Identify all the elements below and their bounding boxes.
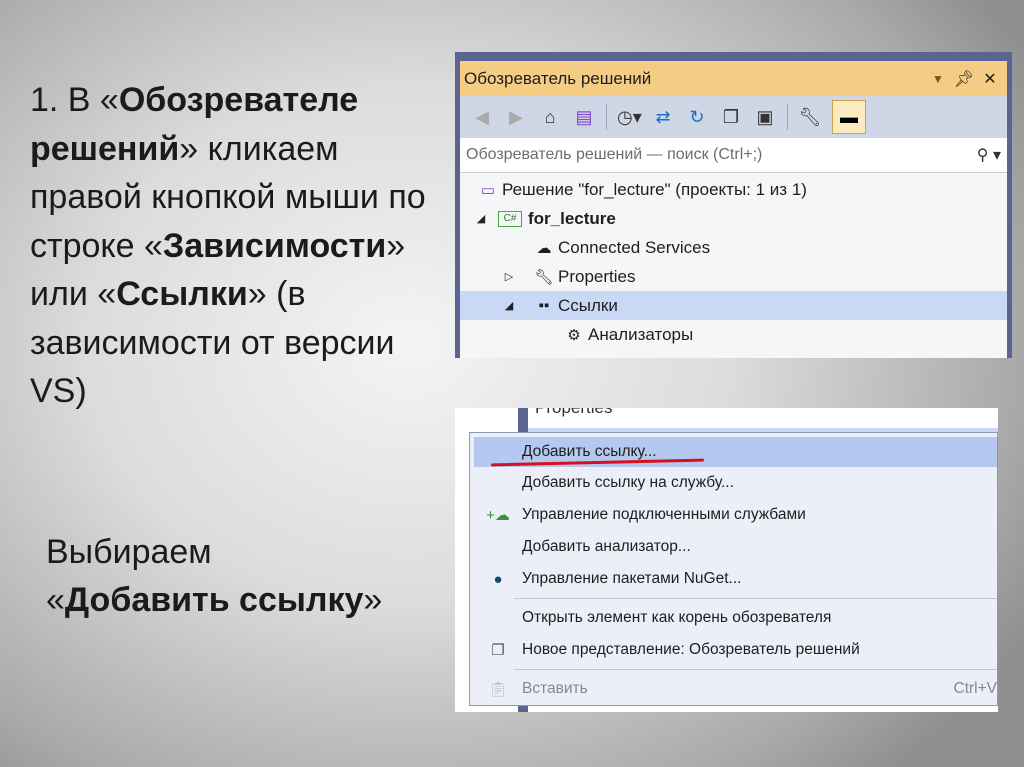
tree-item-properties[interactable]: ▷ 🔧︎ Properties [460,262,1007,291]
panel-title: Обозреватель решений [464,68,652,88]
bold-text: Добавить ссылку [64,581,364,619]
refresh-icon[interactable]: ↻ [685,107,709,128]
tree-item-references[interactable]: ◢ ▪▪ Ссылки [460,291,1007,320]
new-view-icon: ❐ [491,642,505,659]
menu-separator [514,598,997,599]
menu-shortcut: Ctrl+V [953,680,998,697]
menu-item-add-service-reference[interactable]: Добавить ссылку на службу... [474,467,997,499]
tree-label: Анализаторы [588,324,694,344]
tree-label: Connected Services [558,237,711,257]
pending-changes-icon[interactable]: ◷▾ [617,107,642,128]
menu-item-add-analyzer[interactable]: Добавить анализатор... [474,531,997,563]
tree-item-project[interactable]: ◢ C# for_lecture [460,204,1007,233]
show-all-files-icon[interactable]: ▣ [753,107,777,128]
ghost-tree-item: Properties [535,408,612,418]
bold-text: Зависимости [162,226,387,265]
bold-text: Ссылки [116,275,248,313]
solution-explorer-screenshot: Обозреватель решений ▼ 📌︎ ✕ ◀ ▶ ⌂ ▤ ◷▾ ⇄… [455,52,1012,358]
text: « [46,581,65,619]
tree-label: Ссылки [558,295,618,315]
collapse-all-icon[interactable]: ❐ [719,107,743,128]
references-icon: ▪▪ [538,297,550,314]
preview-toggle-icon[interactable]: ▬ [832,100,866,134]
separator [787,104,788,130]
menu-label: Управление пакетами NuGet... [522,570,742,587]
menu-item-scope-to-this[interactable]: Открыть элемент как корень обозревателя [474,602,997,634]
tree-label: for_lecture [528,208,616,228]
context-menu: Добавить ссылку... Добавить ссылку на сл… [469,432,998,706]
tree-item-analyzers[interactable]: ⚙ Анализаторы [460,320,1007,349]
dropdown-icon[interactable]: ▼ [925,72,951,86]
properties-wrench-icon[interactable]: 🔧︎ [798,107,822,128]
connected-services-icon: +☁ [486,507,510,524]
tree-label: Properties [558,266,636,286]
menu-item-new-view[interactable]: ❐ Новое представление: Обозреватель решен… [474,634,997,666]
menu-label: Добавить ссылку... [522,443,657,460]
close-icon[interactable]: ✕ [977,69,1003,89]
wrench-icon: 🔧︎ [534,268,554,286]
menu-label: Открыть элемент как корень обозревателя [522,609,832,626]
collapsed-arrow-icon[interactable]: ▷ [502,270,516,283]
choose-text: Выбираем «Добавить ссылку» [46,528,382,624]
back-icon[interactable]: ◀ [470,107,494,128]
search-placeholder: Обозреватель решений — поиск (Ctrl+;) [466,146,763,163]
search-icon[interactable]: ⚲ ▾ [977,145,1001,165]
csharp-project-icon: C# [498,210,522,227]
sync-icon[interactable]: ⇄ [651,107,675,128]
menu-label: Управление подключенными службами [522,506,806,523]
instruction-text: 1. В «Обозревателе решений» кликаем прав… [30,76,450,416]
expanded-arrow-icon[interactable]: ◢ [474,212,488,225]
switch-views-icon[interactable]: ▤ [572,107,596,128]
context-menu-screenshot: Properties Добавить ссылку... Добавить с… [455,408,998,712]
tree-item-solution[interactable]: ▭ Решение "for_lecture" (проекты: 1 из 1) [460,175,1007,204]
toolbar: ◀ ▶ ⌂ ▤ ◷▾ ⇄ ↻ ❐ ▣ 🔧︎ ▬ [460,96,1007,138]
text: 1. В « [30,81,119,119]
nuget-icon: ● [493,570,503,588]
cloud-icon: ☁ [536,239,552,257]
text: Выбираем [46,533,212,571]
search-input[interactable]: Обозреватель решений — поиск (Ctrl+;) ⚲ … [460,138,1007,173]
menu-label: Новое представление: Обозреватель решени… [522,641,860,658]
tree-label: Решение "for_lecture" (проекты: 1 из 1) [502,179,807,199]
separator [606,104,607,130]
menu-separator [514,669,997,670]
expanded-arrow-icon[interactable]: ◢ [502,299,516,312]
menu-item-add-reference[interactable]: Добавить ссылку... [474,437,997,467]
menu-item-paste[interactable]: 📋︎ Вставить Ctrl+V [474,673,997,705]
home-icon[interactable]: ⌂ [538,107,562,128]
menu-label: Добавить ссылку на службу... [522,474,734,491]
paste-icon: 📋︎ [488,681,508,698]
text: » [363,581,383,619]
tree-item-connected-services[interactable]: ☁ Connected Services [460,233,1007,262]
menu-item-manage-nuget[interactable]: ● Управление пакетами NuGet... [474,563,997,595]
pin-icon[interactable]: 📌︎ [951,69,977,89]
solution-icon: ▭ [480,181,496,199]
menu-label: Добавить анализатор... [522,538,691,555]
menu-item-manage-connected-services[interactable]: +☁ Управление подключенными службами [474,499,997,531]
menu-label: Вставить [522,680,588,697]
analyzer-icon: ⚙ [567,326,581,344]
title-bar: Обозреватель решений ▼ 📌︎ ✕ [460,61,1007,96]
forward-icon[interactable]: ▶ [504,107,528,128]
